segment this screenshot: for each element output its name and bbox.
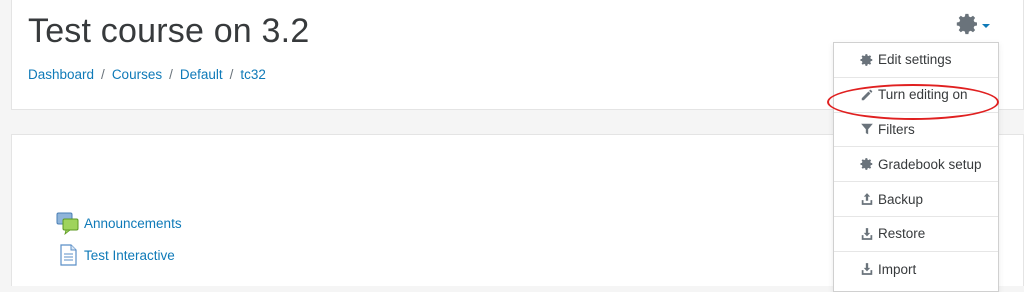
pencil-icon [861, 89, 873, 100]
menu-item-gradebook-setup[interactable]: Gradebook setup [834, 147, 998, 183]
breadcrumb-courses[interactable]: Courses [112, 67, 162, 82]
menu-item-label: Gradebook setup [878, 156, 982, 172]
menu-item-backup[interactable]: Backup [834, 182, 998, 217]
breadcrumb-dashboard[interactable]: Dashboard [28, 67, 94, 82]
activity-label[interactable]: Announcements [84, 216, 182, 231]
menu-item-turn-editing-on[interactable]: Turn editing on [834, 78, 998, 113]
breadcrumb-separator: / [101, 67, 105, 82]
menu-item-label: Backup [878, 191, 924, 207]
breadcrumb-separator: / [169, 67, 173, 82]
page-title: Test course on 3.2 [28, 12, 310, 50]
breadcrumb-default[interactable]: Default [180, 67, 223, 82]
download-icon [861, 263, 873, 276]
forum-icon [56, 212, 79, 235]
breadcrumb: Dashboard / Courses / Default / tc32 [28, 67, 266, 82]
course-actions-menu-button[interactable] [956, 10, 1002, 38]
menu-item-label: Edit settings [878, 52, 952, 68]
page-icon [60, 244, 77, 266]
activity-test-interactive[interactable]: Test Interactive [56, 243, 175, 267]
menu-item-import[interactable]: Import [834, 252, 998, 287]
menu-item-label: Turn editing on [878, 87, 968, 103]
menu-item-label: Import [878, 261, 917, 277]
menu-item-restore[interactable]: Restore [834, 217, 998, 252]
menu-item-filters[interactable]: Filters [834, 113, 998, 148]
gear-icon [860, 158, 873, 171]
gear-icon [860, 53, 873, 66]
activity-label[interactable]: Test Interactive [84, 248, 175, 263]
upload-icon [861, 193, 873, 205]
breadcrumb-tc32[interactable]: tc32 [240, 67, 266, 82]
course-actions-dropdown: Edit settings Turn editing on Filters Gr… [833, 42, 999, 292]
chevron-down-icon [982, 23, 990, 28]
download-icon [861, 228, 873, 240]
menu-item-label: Filters [878, 121, 915, 137]
breadcrumb-separator: / [229, 67, 234, 82]
activity-announcements[interactable]: Announcements [56, 211, 182, 235]
menu-item-label: Restore [878, 226, 926, 242]
menu-item-edit-settings[interactable]: Edit settings [834, 43, 998, 78]
gear-icon [956, 13, 977, 35]
filter-icon [861, 124, 873, 135]
